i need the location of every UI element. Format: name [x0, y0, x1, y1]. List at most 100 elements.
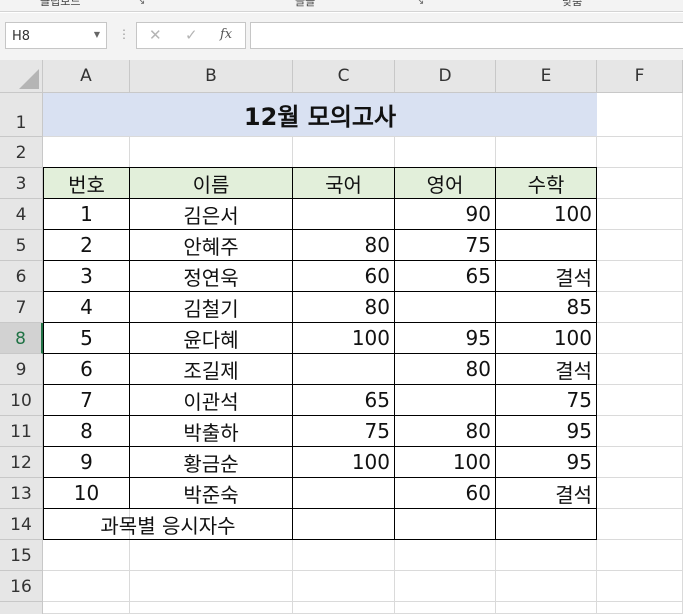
table-cell[interactable]: 결석 [496, 261, 597, 292]
table-cell[interactable]: 75 [395, 230, 496, 261]
cell-bg[interactable] [597, 199, 683, 230]
cell-bg[interactable] [496, 137, 597, 168]
column-label-cell[interactable]: 수학 [496, 167, 597, 199]
cell-bg[interactable] [395, 137, 496, 168]
row-header-16[interactable]: 16 [0, 571, 43, 602]
cell-bg[interactable] [597, 292, 683, 323]
table-cell[interactable]: 65 [395, 261, 496, 292]
table-cell[interactable]: 100 [293, 323, 395, 354]
cancel-icon[interactable]: ✕ [149, 26, 162, 44]
column-header-d[interactable]: D [395, 60, 496, 93]
row-header-2[interactable]: 2 [0, 137, 43, 168]
table-cell[interactable]: 박준숙 [130, 478, 293, 509]
summary-value-cell[interactable] [395, 509, 496, 540]
clipboard-launcher-icon[interactable]: ↘ [137, 0, 145, 7]
table-cell[interactable]: 정연욱 [130, 261, 293, 292]
summary-value-cell[interactable] [496, 509, 597, 540]
table-cell[interactable]: 80 [395, 354, 496, 385]
row-header-12[interactable]: 12 [0, 447, 43, 478]
table-cell[interactable]: 이관석 [130, 385, 293, 416]
cell-bg[interactable] [395, 540, 496, 571]
cell-bg[interactable] [597, 571, 683, 602]
table-cell[interactable]: 85 [496, 292, 597, 323]
cell-bg[interactable] [597, 137, 683, 168]
cell-bg[interactable] [43, 137, 130, 168]
table-cell[interactable]: 80 [293, 230, 395, 261]
table-cell[interactable]: 100 [395, 447, 496, 478]
cell-bg[interactable] [293, 602, 395, 614]
column-header-e[interactable]: E [496, 60, 597, 93]
table-cell[interactable]: 안혜주 [130, 230, 293, 261]
row-header-10[interactable]: 10 [0, 385, 43, 416]
table-cell[interactable]: 3 [43, 261, 130, 292]
table-cell[interactable]: 9 [43, 447, 130, 478]
cell-bg[interactable] [395, 602, 496, 614]
table-cell[interactable]: 80 [293, 292, 395, 323]
table-cell[interactable]: 2 [43, 230, 130, 261]
table-cell[interactable]: 5 [43, 323, 130, 354]
table-cell[interactable]: 박출하 [130, 416, 293, 447]
column-label-cell[interactable]: 영어 [395, 167, 496, 199]
cell-bg[interactable] [597, 602, 683, 614]
summary-value-cell[interactable] [293, 509, 395, 540]
table-cell[interactable]: 윤다혜 [130, 323, 293, 354]
cell-bg[interactable] [496, 602, 597, 614]
column-label-cell[interactable]: 번호 [43, 167, 130, 199]
cell-bg[interactable] [597, 354, 683, 385]
row-header-5[interactable]: 5 [0, 230, 43, 261]
cell-bg[interactable] [293, 540, 395, 571]
summary-label-cell[interactable]: 과목별 응시자수 [43, 509, 293, 540]
table-cell[interactable]: 결석 [496, 478, 597, 509]
table-cell[interactable]: 조길제 [130, 354, 293, 385]
column-label-cell[interactable]: 이름 [130, 167, 293, 199]
cell-bg[interactable] [597, 509, 683, 540]
cell-bg[interactable] [496, 540, 597, 571]
cell-bg[interactable] [130, 137, 293, 168]
cell-bg[interactable] [130, 540, 293, 571]
chevron-down-icon[interactable]: ▼ [94, 30, 100, 39]
table-cell[interactable]: 황금순 [130, 447, 293, 478]
column-header-a[interactable]: A [43, 60, 130, 93]
table-cell[interactable]: 결석 [496, 354, 597, 385]
column-header-f[interactable]: F [597, 60, 683, 93]
table-cell[interactable] [395, 385, 496, 416]
insert-function-icon[interactable]: fx [220, 27, 232, 42]
table-cell[interactable]: 75 [496, 385, 597, 416]
table-cell[interactable]: 60 [293, 261, 395, 292]
cell-f1[interactable] [597, 93, 683, 137]
column-header-b[interactable]: B [130, 60, 293, 93]
table-cell[interactable]: 8 [43, 416, 130, 447]
table-cell[interactable]: 100 [496, 323, 597, 354]
cell-bg[interactable] [597, 478, 683, 509]
cell-bg[interactable] [597, 447, 683, 478]
table-cell[interactable]: 6 [43, 354, 130, 385]
table-cell[interactable]: 10 [43, 478, 130, 509]
table-cell[interactable]: 80 [395, 416, 496, 447]
row-header-13[interactable]: 13 [0, 478, 43, 509]
table-cell[interactable]: 100 [496, 199, 597, 230]
table-cell[interactable] [395, 292, 496, 323]
row-header-15[interactable]: 15 [0, 540, 43, 571]
row-header-11[interactable]: 11 [0, 416, 43, 447]
table-cell[interactable]: 7 [43, 385, 130, 416]
check-icon[interactable]: ✓ [185, 26, 198, 44]
table-cell[interactable] [293, 199, 395, 230]
table-cell[interactable]: 95 [496, 447, 597, 478]
row-header-8[interactable]: 8 [0, 323, 43, 354]
cell-bg[interactable] [496, 571, 597, 602]
table-cell[interactable]: 김철기 [130, 292, 293, 323]
cell-bg[interactable] [43, 602, 130, 614]
formula-input[interactable] [250, 22, 683, 49]
cell-bg[interactable] [293, 571, 395, 602]
select-all-button[interactable] [0, 60, 43, 93]
cell-bg[interactable] [597, 230, 683, 261]
row-header-1[interactable]: 1 [0, 93, 43, 137]
cell-bg[interactable] [597, 540, 683, 571]
table-cell[interactable]: 100 [293, 447, 395, 478]
cell-bg[interactable] [43, 571, 130, 602]
table-cell[interactable]: 90 [395, 199, 496, 230]
name-box[interactable]: H8 ▼ [5, 22, 107, 49]
row-header-4[interactable]: 4 [0, 199, 43, 230]
table-cell[interactable]: 75 [293, 416, 395, 447]
cell-bg[interactable] [395, 571, 496, 602]
